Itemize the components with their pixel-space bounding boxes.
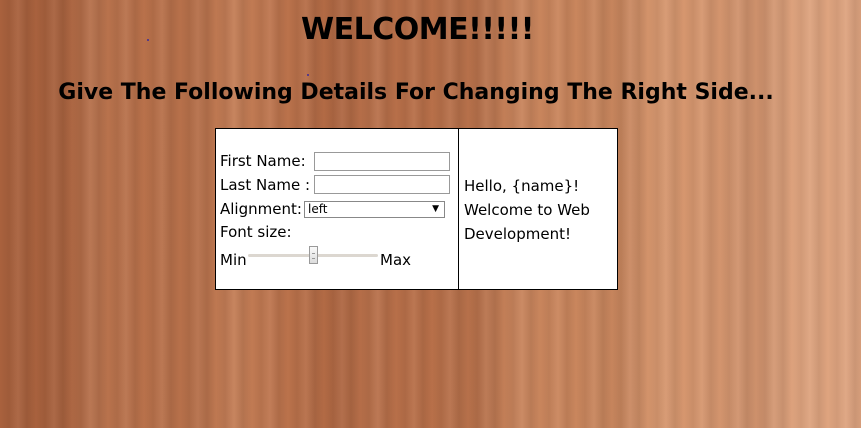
alignment-selected-value: left: [308, 202, 328, 216]
alignment-label: Alignment:: [220, 200, 302, 218]
page-title: WELCOME!!!!!: [301, 12, 534, 47]
chevron-down-icon: ▼: [432, 204, 439, 214]
first-name-label: First Name:: [220, 152, 306, 170]
last-name-row: Last Name :: [220, 175, 310, 197]
first-name-row: First Name:: [220, 151, 306, 173]
slider-min-label: Min: [220, 251, 247, 269]
font-size-row: Font size:: [220, 222, 292, 244]
first-name-input[interactable]: [314, 152, 450, 171]
alignment-row: Alignment:: [220, 199, 302, 221]
preview-panel: Hello, {name}! Welcome to Web Developmen…: [464, 174, 614, 246]
preview-greeting: Hello, {name}!: [464, 177, 580, 195]
alignment-select[interactable]: left ▼: [304, 201, 445, 218]
last-name-input[interactable]: [314, 175, 450, 194]
font-size-label: Font size:: [220, 223, 292, 241]
decorative-dot: [147, 39, 149, 41]
last-name-label: Last Name :: [220, 176, 311, 194]
preview-line3: Development!: [464, 225, 571, 243]
page-subtitle: Give The Following Details For Changing …: [58, 80, 774, 105]
slider-max-label: Max: [380, 251, 412, 269]
decorative-dot: [307, 74, 309, 76]
font-size-slider-thumb[interactable]: [308, 246, 318, 264]
slider-max-row: Max: [380, 250, 411, 272]
preview-line2: Welcome to Web: [464, 201, 590, 219]
slider-min-row: Min: [220, 250, 247, 272]
details-card: First Name: Last Name : Alignment: left …: [215, 128, 618, 290]
card-divider: [458, 129, 459, 289]
